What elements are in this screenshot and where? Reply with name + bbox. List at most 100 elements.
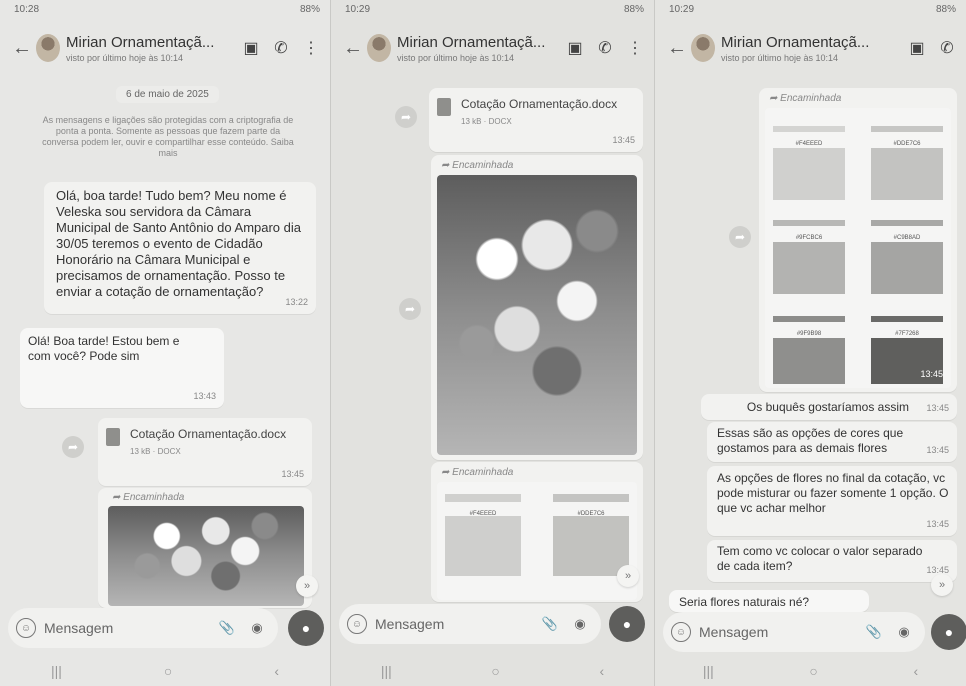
scroll-down-icon[interactable]: »: [617, 565, 639, 587]
android-nav-bar: ||| ○ ‹: [0, 656, 330, 686]
attach-icon[interactable]: 📎: [865, 623, 883, 641]
back-nav-icon[interactable]: ‹: [913, 663, 918, 679]
phone-icon[interactable]: ✆: [594, 37, 616, 59]
avatar[interactable]: [691, 34, 715, 62]
status-bar: 10:28 88%: [14, 4, 320, 18]
scroll-down-icon[interactable]: »: [931, 574, 953, 596]
message-time: 13:45: [281, 469, 304, 479]
forward-icon[interactable]: ➦: [395, 106, 417, 128]
document-name: Cotação Ornamentação.docx: [461, 97, 618, 111]
flower-photo[interactable]: [437, 175, 637, 455]
message-text: Olá! Boa tarde! Estou bem e com você? Po…: [28, 334, 180, 363]
status-time: 10:28: [14, 4, 40, 15]
message-time: 13:45: [926, 519, 949, 529]
emoji-icon[interactable]: ☺: [16, 618, 36, 638]
color-palette-image[interactable]: #F4EEED #DDE7C6 #9FCBC6 #C9B8AD #9F9B98 …: [765, 108, 951, 388]
message-input-bar[interactable]: ☺ Mensagem 📎 ◉: [8, 608, 278, 648]
status-time: 10:29: [345, 4, 371, 15]
forwarded-label: ➦ Encaminhada: [769, 93, 842, 104]
scroll-down-icon[interactable]: »: [296, 575, 318, 597]
camera-icon[interactable]: ◉: [248, 619, 266, 637]
color-palette-image[interactable]: #F4EEED #DDE7C6: [437, 482, 637, 600]
back-nav-icon[interactable]: ‹: [599, 663, 604, 679]
video-call-icon[interactable]: ▣: [240, 37, 262, 59]
contact-name: Mirian Ornamentaçã...: [66, 33, 215, 51]
document-name: Cotação Ornamentação.docx: [130, 427, 287, 441]
forward-icon[interactable]: ➦: [729, 226, 751, 248]
image-time: 13:45: [920, 369, 943, 379]
message-incoming[interactable]: Seria flores naturais né?: [669, 590, 869, 612]
document-meta: 13 kB · DOCX: [130, 447, 181, 456]
chat-panel-1: 10:28 88% ← Mirian Ornamentaçã... visto …: [0, 0, 331, 686]
swatch: [773, 148, 845, 200]
home-icon[interactable]: ○: [164, 663, 172, 679]
video-call-icon[interactable]: ▣: [906, 37, 928, 59]
camera-icon[interactable]: ◉: [895, 623, 913, 641]
more-options-icon[interactable]: ⋮: [300, 37, 322, 59]
chat-header: ← Mirian Ornamentaçã... visto por último…: [0, 22, 330, 74]
home-icon[interactable]: ○: [491, 663, 499, 679]
message-outgoing[interactable]: Essas são as opções de cores que gostamo…: [707, 422, 957, 462]
back-nav-icon[interactable]: ‹: [274, 663, 279, 679]
back-arrow-icon[interactable]: ←: [667, 37, 687, 60]
forwarded-image-message[interactable]: ➦ Encaminhada: [431, 155, 643, 460]
swatch-bar: [773, 126, 845, 132]
back-arrow-icon[interactable]: ←: [12, 37, 32, 60]
forwarded-label: ➦ Encaminhada: [441, 467, 514, 478]
recent-apps-icon[interactable]: |||: [703, 663, 714, 679]
swatch-bar: [871, 316, 943, 322]
message-input[interactable]: Mensagem: [699, 624, 865, 640]
document-message[interactable]: Cotação Ornamentação.docx 13 kB · DOCX 1…: [98, 418, 312, 486]
document-message[interactable]: Cotação Ornamentação.docx 13 kB · DOCX 1…: [429, 88, 643, 152]
swatch-bar: [773, 316, 845, 322]
attach-icon[interactable]: 📎: [218, 619, 236, 637]
phone-icon[interactable]: ✆: [270, 37, 292, 59]
forwarded-image-message[interactable]: ➦ Encaminhada: [98, 488, 312, 608]
contact-info[interactable]: Mirian Ornamentaçã... visto por último h…: [66, 34, 240, 63]
recent-apps-icon[interactable]: |||: [51, 663, 62, 679]
message-outgoing[interactable]: As opções de flores no final da cotação,…: [707, 466, 957, 536]
forward-icon[interactable]: ➦: [62, 436, 84, 458]
contact-info[interactable]: Mirian Ornamentaçã... visto por último h…: [397, 34, 564, 63]
emoji-icon[interactable]: ☺: [347, 614, 367, 634]
message-outgoing[interactable]: Olá, boa tarde! Tudo bem? Meu nome é Vel…: [44, 182, 316, 314]
forward-icon[interactable]: ➦: [399, 298, 421, 320]
video-call-icon[interactable]: ▣: [564, 37, 586, 59]
phone-icon[interactable]: ✆: [936, 37, 958, 59]
microphone-icon[interactable]: ●: [931, 614, 966, 650]
recent-apps-icon[interactable]: |||: [381, 663, 392, 679]
forwarded-palette-message[interactable]: ➦ Encaminhada #F4EEED #DDE7C6: [431, 462, 643, 602]
microphone-icon[interactable]: ●: [288, 610, 324, 646]
forwarded-palette-message[interactable]: ➦ Encaminhada #F4EEED #DDE7C6 #9FCBC6 #C…: [759, 88, 957, 392]
battery-level: 88%: [299, 4, 320, 15]
message-outgoing[interactable]: Os buquês gostaríamos assim 13:45: [701, 394, 957, 420]
status-time: 10:29: [669, 4, 695, 15]
contact-name: Mirian Ornamentaçã...: [397, 33, 546, 51]
chat-header: ← Mirian Ornamentaçã... visto por último…: [331, 22, 654, 74]
last-seen: visto por último hoje às 10:14: [66, 52, 184, 63]
camera-icon[interactable]: ◉: [571, 615, 589, 633]
back-arrow-icon[interactable]: ←: [343, 37, 363, 60]
message-input[interactable]: Mensagem: [375, 616, 541, 632]
swatch: [871, 242, 943, 294]
avatar[interactable]: [367, 34, 391, 62]
home-icon[interactable]: ○: [809, 663, 817, 679]
more-options-icon[interactable]: ⋮: [624, 37, 646, 59]
microphone-icon[interactable]: ●: [609, 606, 645, 642]
message-text: Essas são as opções de cores que gostamo…: [717, 426, 904, 455]
message-input-bar[interactable]: ☺ Mensagem 📎 ◉: [663, 612, 925, 652]
avatar[interactable]: [36, 34, 60, 62]
message-incoming[interactable]: Olá! Boa tarde! Estou bem e com você? Po…: [20, 328, 224, 408]
emoji-icon[interactable]: ☺: [671, 622, 691, 642]
message-input[interactable]: Mensagem: [44, 620, 218, 636]
swatch: [773, 242, 845, 294]
message-input-bar[interactable]: ☺ Mensagem 📎 ◉: [339, 604, 601, 644]
encryption-notice[interactable]: As mensagens e ligações são protegidas c…: [40, 115, 296, 159]
attach-icon[interactable]: 📎: [541, 615, 559, 633]
flower-photo[interactable]: [108, 506, 304, 606]
last-seen: visto por último hoje às 10:14: [397, 52, 515, 63]
swatch-bar: [871, 220, 943, 226]
message-outgoing[interactable]: Tem como vc colocar o valor separado de …: [707, 540, 957, 582]
message-text: Seria flores naturais né?: [679, 595, 810, 609]
contact-info[interactable]: Mirian Ornamentaçã... visto por último h…: [721, 34, 906, 63]
